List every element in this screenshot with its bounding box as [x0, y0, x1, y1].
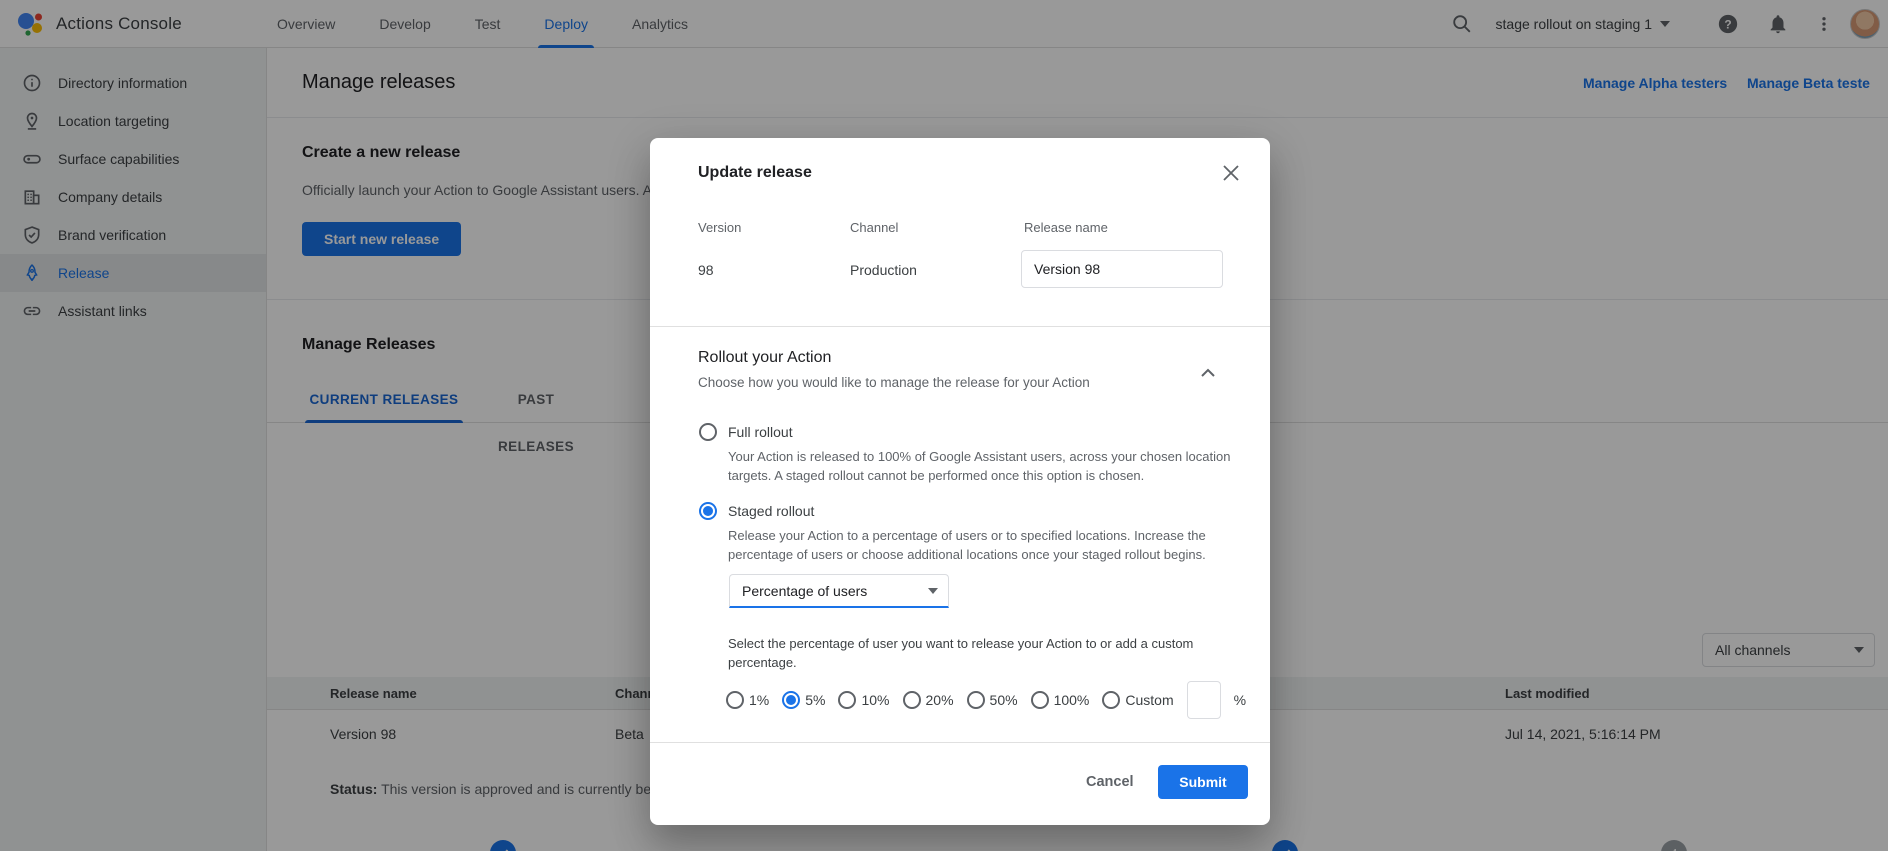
radio-100-percent[interactable] [1031, 691, 1049, 709]
full-rollout-description: Your Action is released to 100% of Googl… [728, 447, 1263, 485]
percent-option-100[interactable]: 100% [1031, 691, 1090, 709]
rollout-method-value: Percentage of users [742, 583, 928, 599]
rollout-section-subtitle: Choose how you would like to manage the … [698, 375, 1090, 390]
radio-custom-percent[interactable] [1102, 691, 1120, 709]
percent-option-5[interactable]: 5% [782, 691, 825, 709]
percent-option-label: Custom [1125, 692, 1173, 708]
percent-option-custom[interactable]: Custom [1102, 691, 1173, 709]
divider [650, 742, 1270, 743]
radio-1-percent[interactable] [726, 691, 744, 709]
percent-option-label: 100% [1054, 692, 1090, 708]
version-value: 98 [698, 262, 714, 278]
percentage-help-text: Select the percentage of user you want t… [728, 634, 1228, 672]
rollout-method-select[interactable]: Percentage of users [729, 574, 949, 608]
radio-10-percent[interactable] [838, 691, 856, 709]
percent-option-20[interactable]: 20% [903, 691, 954, 709]
staged-rollout-radio[interactable] [699, 502, 717, 520]
radio-50-percent[interactable] [967, 691, 985, 709]
staged-rollout-description: Release your Action to a percentage of u… [728, 526, 1263, 564]
radio-5-percent-selected[interactable] [782, 691, 800, 709]
staged-rollout-label[interactable]: Staged rollout [728, 503, 814, 519]
percent-option-label: 10% [861, 692, 889, 708]
submit-button[interactable]: Submit [1158, 765, 1248, 799]
percent-option-label: 1% [749, 692, 769, 708]
version-label: Version [698, 220, 741, 235]
divider [650, 326, 1270, 327]
percentage-options: 1% 5% 10% 20% 50% 100% Custom % [726, 681, 1246, 719]
cancel-button[interactable]: Cancel [1070, 765, 1150, 799]
percent-option-label: 50% [990, 692, 1018, 708]
dialog-title: Update release [698, 164, 812, 182]
rollout-section-title: Rollout your Action [698, 349, 831, 367]
custom-percentage-input[interactable] [1187, 681, 1221, 719]
percent-suffix: % [1234, 692, 1246, 708]
percent-option-1[interactable]: 1% [726, 691, 769, 709]
percent-option-label: 20% [926, 692, 954, 708]
channel-value: Production [850, 262, 917, 278]
full-rollout-radio[interactable] [699, 423, 717, 441]
chevron-up-icon[interactable] [1196, 360, 1220, 384]
update-release-dialog: Update release Version Channel Release n… [650, 138, 1270, 825]
close-icon[interactable] [1218, 160, 1244, 186]
percent-option-10[interactable]: 10% [838, 691, 889, 709]
caret-down-icon [928, 588, 938, 594]
radio-20-percent[interactable] [903, 691, 921, 709]
release-name-label: Release name [1024, 220, 1108, 235]
channel-label: Channel [850, 220, 898, 235]
release-name-input[interactable] [1021, 250, 1223, 288]
percent-option-label: 5% [805, 692, 825, 708]
full-rollout-label[interactable]: Full rollout [728, 424, 793, 440]
percent-option-50[interactable]: 50% [967, 691, 1018, 709]
screen: Actions Console Overview Develop Test De… [0, 0, 1888, 851]
